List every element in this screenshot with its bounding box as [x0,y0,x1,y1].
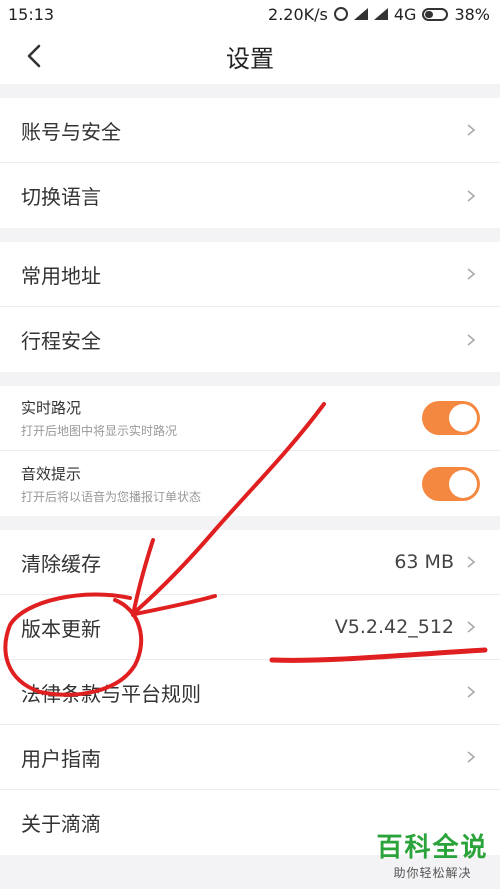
settings-row-trip-safety[interactable]: 行程安全 [0,307,500,372]
chevron-right-icon [467,124,476,136]
network-type: 4G [393,4,417,24]
chevron-right-icon [467,621,476,633]
section-gap [0,516,500,530]
status-time: 15:13 [8,4,55,24]
settings-row-sound-prompt: 音效提示 打开后将以语音为您播报订单状态 [0,451,500,516]
section-gap [0,84,500,98]
row-label: 切换语言 [21,185,101,209]
row-label: 常用地址 [21,263,101,288]
row-label: 版本更新 [21,616,101,641]
row-label: 清除缓存 [21,551,101,576]
sound-prompt-toggle[interactable] [422,466,480,501]
row-label: 账号与安全 [21,119,121,144]
cache-size-value: 63 MB [394,551,454,573]
chevron-right-icon [467,268,476,280]
settings-row-switch-language[interactable]: 切换语言 [0,163,500,228]
network-speed: 2.20K/s [268,4,328,24]
hotspot-icon [333,7,348,21]
chevron-right-icon [467,189,476,202]
chevron-right-icon [467,751,476,763]
row-label: 关于滴滴 [21,812,101,836]
chevron-right-icon [467,686,476,698]
toggle-knob [449,404,477,432]
battery-level: 38% [454,4,490,24]
row-subtitle: 打开后地图中将显示实时路况 [21,424,178,438]
row-label: 法律条款与平台规则 [21,681,201,706]
group-misc: 清除缓存 63 MB 版本更新 V5.2.42_512 法律条款与平台规则 用户… [0,530,500,855]
realtime-traffic-toggle[interactable] [422,401,480,435]
group-toggles: 实时路况 打开后地图中将显示实时路况 音效提示 打开后将以语音为您播报订单状态 [0,386,500,516]
back-button[interactable] [20,42,48,70]
toggle-knob [449,469,477,498]
version-value: V5.2.42_512 [334,616,454,638]
status-bar: 15:13 2.20K/s 4G 38% [0,0,500,28]
status-indicators: 2.20K/s 4G 38% [268,5,490,24]
row-title: 音效提示 [21,464,82,483]
row-subtitle: 打开后将以语音为您播报订单状态 [21,489,202,504]
row-title: 实时路况 [21,399,82,417]
row-label: 用户指南 [21,746,101,771]
signal-icon [353,8,368,20]
chevron-left-icon [27,44,41,68]
signal-icon-2 [373,8,388,20]
settings-row-version-update[interactable]: 版本更新 V5.2.42_512 [0,595,500,660]
battery-icon [422,7,449,21]
chevron-right-icon [467,556,476,568]
settings-row-common-addresses[interactable]: 常用地址 [0,242,500,307]
settings-row-user-guide[interactable]: 用户指南 [0,725,500,790]
row-label: 行程安全 [21,329,101,353]
chevron-right-icon [467,333,476,346]
settings-row-legal-terms[interactable]: 法律条款与平台规则 [0,660,500,725]
watermark-subtitle: 助你轻松解决 [393,866,472,880]
page-title: 设置 [226,44,274,73]
watermark-title: 百科全说 [376,833,489,863]
group-travel: 常用地址 行程安全 [0,242,500,372]
section-gap [0,372,500,386]
settings-row-account-security[interactable]: 账号与安全 [0,98,500,163]
nav-bar: 设置 [0,28,500,84]
settings-row-clear-cache[interactable]: 清除缓存 63 MB [0,530,500,595]
group-account: 账号与安全 切换语言 [0,98,500,228]
section-gap [0,228,500,242]
watermark: 百科全说 助你轻松解决 [375,827,490,881]
settings-row-realtime-traffic: 实时路况 打开后地图中将显示实时路况 [0,386,500,451]
